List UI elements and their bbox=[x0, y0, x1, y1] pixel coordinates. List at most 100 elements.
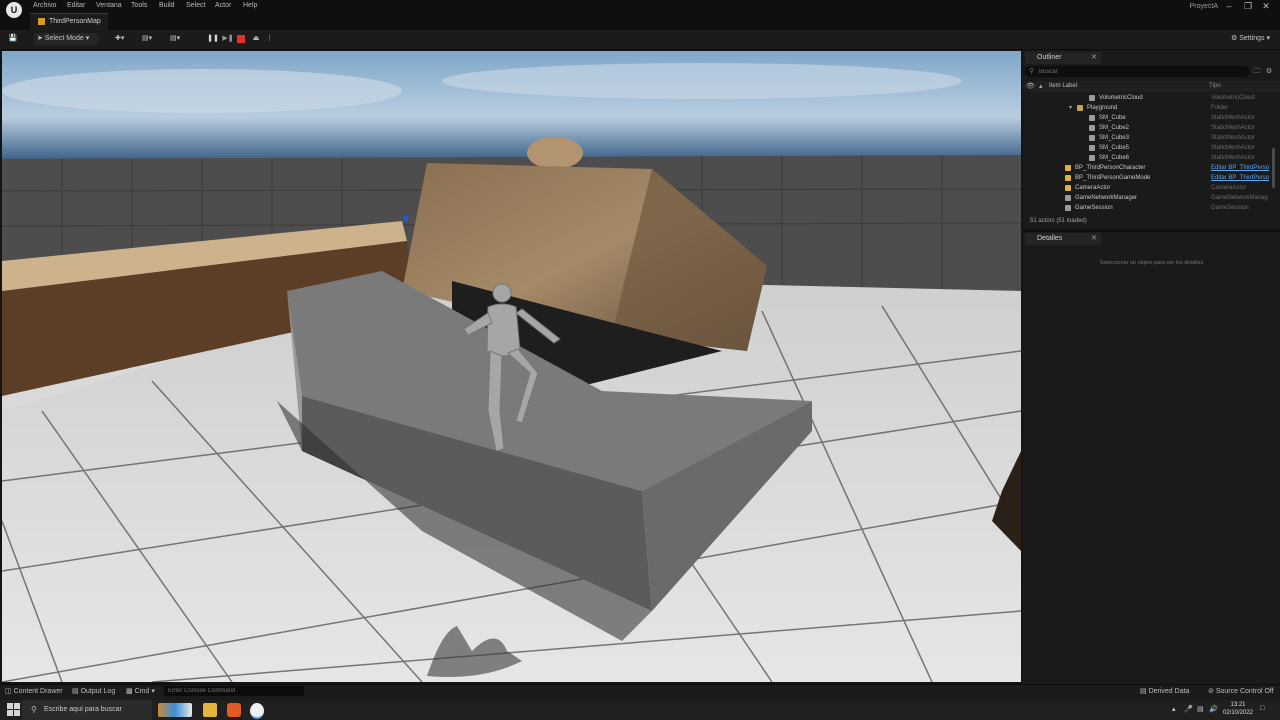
pawn-icon bbox=[1065, 165, 1071, 171]
edit-blueprint-link[interactable]: Editar BP_ThirdPerso bbox=[1211, 173, 1269, 183]
column-type[interactable]: Tipo bbox=[1209, 83, 1220, 89]
stop-icon[interactable] bbox=[237, 35, 245, 43]
settings-button[interactable]: ⚙ Settings ▾ bbox=[1231, 33, 1270, 45]
outliner-column-header: 👁 ▴ Item Label Tipo bbox=[1023, 81, 1280, 92]
outliner-row-label: VolumetricCloud bbox=[1099, 95, 1143, 101]
taskbar-clock[interactable]: 13:21 02/10/2022 bbox=[1218, 701, 1258, 717]
unreal-logo-icon[interactable]: U bbox=[6, 2, 22, 18]
eject-icon[interactable]: ⏏ bbox=[250, 33, 262, 45]
tab-label: ThirdPersonMap bbox=[49, 18, 101, 25]
level-viewport[interactable] bbox=[2, 51, 1021, 682]
outliner-row-label: SM_Cube2 bbox=[1099, 125, 1130, 131]
network-icon[interactable]: ▤ bbox=[1197, 705, 1204, 713]
menu-tools[interactable]: Tools bbox=[131, 2, 147, 9]
source-control-icon: ⊘ bbox=[1208, 688, 1214, 695]
content-drawer-icon: ◫ bbox=[5, 688, 12, 695]
outliner-row[interactable]: SM_Cube3 StaticMeshActor bbox=[1023, 133, 1273, 143]
outliner-search[interactable]: ⚲ bbox=[1025, 66, 1250, 77]
close-icon[interactable]: ✕ bbox=[1091, 233, 1097, 245]
cinematics-icon[interactable]: ▤▾ bbox=[170, 33, 180, 45]
close-icon[interactable]: ✕ bbox=[1259, 1, 1273, 12]
edit-blueprint-link[interactable]: Editar BP_ThirdPerso bbox=[1211, 163, 1269, 173]
mesh-icon bbox=[1089, 135, 1095, 141]
outliner-row[interactable]: SM_Cube5 StaticMeshActor bbox=[1023, 143, 1273, 153]
rock-top bbox=[527, 137, 583, 169]
gear-icon: ⚙ bbox=[1231, 35, 1238, 42]
menu-archivo[interactable]: Archivo bbox=[33, 2, 56, 9]
tab-details[interactable]: Detalles bbox=[1025, 233, 1101, 245]
outliner-row-type: GameSession bbox=[1211, 205, 1249, 211]
taskbar-search-text: Escribe aquí para buscar bbox=[44, 706, 122, 713]
output-log-button[interactable]: ▤ Output Log bbox=[72, 687, 115, 696]
content-drawer-button[interactable]: ◫ Content Drawer bbox=[5, 687, 63, 696]
outliner-row-type: StaticMeshActor bbox=[1211, 115, 1255, 121]
outliner-row[interactable]: GameSession GameSession bbox=[1023, 203, 1273, 213]
derived-data-button[interactable]: ▤ Derived Data bbox=[1140, 687, 1189, 696]
step-icon[interactable]: ▶❚ bbox=[222, 33, 234, 45]
unreal-engine-taskbar-icon[interactable] bbox=[250, 703, 264, 719]
brave-browser-icon[interactable] bbox=[227, 703, 241, 717]
cmd-dropdown[interactable]: ▩ Cmd ▾ bbox=[126, 687, 155, 696]
volume-icon[interactable]: 🔊 bbox=[1209, 705, 1218, 713]
close-icon[interactable]: ✕ bbox=[1091, 52, 1097, 64]
menu-editar[interactable]: Editar bbox=[67, 2, 85, 9]
source-control-button[interactable]: ⊘ Source Control Off bbox=[1208, 687, 1274, 696]
gear-icon[interactable]: ⚙ bbox=[1265, 68, 1273, 76]
restore-icon[interactable]: ❐ bbox=[1241, 1, 1255, 12]
outliner-row[interactable]: GameNetworkManager GameNetworkManag bbox=[1023, 193, 1273, 203]
pin-icon[interactable]: ▴ bbox=[1039, 82, 1043, 90]
visibility-eye-icon[interactable]: 👁 bbox=[1026, 82, 1035, 90]
folder-add-icon[interactable]: 🗀 bbox=[1253, 68, 1261, 76]
windows-start-icon[interactable] bbox=[7, 703, 21, 717]
outliner-row-type: Folder bbox=[1211, 105, 1229, 111]
console-command-input[interactable] bbox=[164, 686, 304, 696]
content-drawer-label: Content Drawer bbox=[13, 688, 63, 695]
file-explorer-icon[interactable] bbox=[203, 703, 217, 717]
outliner-row[interactable]: BP_ThirdPersonCharacter Editar BP_ThirdPe… bbox=[1023, 163, 1273, 173]
chevron-up-icon[interactable]: ▴ bbox=[1172, 705, 1176, 713]
more-options-icon[interactable]: ⋮ bbox=[266, 33, 273, 45]
news-widget-icon[interactable] bbox=[158, 703, 192, 717]
taskbar-search-box[interactable]: ⚲ Escribe aquí para buscar bbox=[22, 700, 152, 720]
menu-help[interactable]: Help bbox=[243, 2, 257, 9]
outliner-row-label: BP_ThirdPersonGameMode bbox=[1075, 175, 1151, 181]
chevron-down-icon: ▾ bbox=[151, 688, 155, 695]
mesh-icon bbox=[1089, 155, 1095, 161]
select-mode-dropdown[interactable]: ➤ Select Mode ▾ bbox=[34, 33, 98, 45]
save-icon[interactable]: 💾 bbox=[8, 33, 18, 45]
viewport-scene bbox=[2, 51, 1021, 682]
menu-actor[interactable]: Actor bbox=[215, 2, 231, 9]
menu-build[interactable]: Build bbox=[159, 2, 175, 9]
outliner-row[interactable]: BP_ThirdPersonGameMode Editar BP_ThirdPer… bbox=[1023, 173, 1273, 183]
outliner-scrollbar[interactable] bbox=[1272, 148, 1275, 188]
outliner-row[interactable]: SM_Cube StaticMeshActor bbox=[1023, 113, 1273, 123]
outliner-row-label: SM_Cube5 bbox=[1099, 145, 1130, 151]
outliner-row[interactable]: SM_Cube2 StaticMeshActor bbox=[1023, 123, 1273, 133]
tab-outliner[interactable]: Outliner bbox=[1025, 52, 1101, 64]
column-item-label[interactable]: Item Label bbox=[1049, 83, 1077, 89]
search-icon: ⚲ bbox=[31, 705, 37, 714]
outliner-row[interactable]: SM_Cube6 StaticMeshActor bbox=[1023, 153, 1273, 163]
search-icon: ⚲ bbox=[1029, 68, 1035, 75]
chevron-down-icon[interactable]: ▾ bbox=[1069, 103, 1072, 113]
add-actor-icon[interactable]: ✚▾ bbox=[115, 33, 124, 45]
pause-icon[interactable]: ❚❚ bbox=[207, 33, 219, 45]
outliner-row[interactable]: VolumetricCloud VolumetricCloud bbox=[1023, 93, 1273, 103]
blue-marker bbox=[403, 216, 408, 221]
tab-third-person-map[interactable]: ThirdPersonMap bbox=[30, 13, 108, 31]
select-mode-label: Select Mode bbox=[44, 35, 84, 42]
microphone-icon[interactable]: 🎤 bbox=[1184, 705, 1193, 713]
notifications-icon[interactable]: □ bbox=[1260, 705, 1264, 712]
menu-ventana[interactable]: Ventana bbox=[96, 2, 122, 9]
outliner-search-input[interactable] bbox=[1039, 66, 1239, 77]
cloud bbox=[2, 69, 402, 113]
menu-select[interactable]: Select bbox=[186, 2, 205, 9]
mesh-icon bbox=[1089, 115, 1095, 121]
blueprint-icon[interactable]: ▤▾ bbox=[142, 33, 152, 45]
minimize-icon[interactable]: – bbox=[1222, 1, 1236, 11]
outliner-row-label: SM_Cube6 bbox=[1099, 155, 1130, 161]
outliner-row[interactable]: ▾ Playground Folder bbox=[1023, 103, 1273, 113]
outliner-row[interactable]: CameraActor CameraActor bbox=[1023, 183, 1273, 193]
cloud-icon bbox=[1089, 95, 1095, 101]
outliner-row-type: GameNetworkManag bbox=[1211, 195, 1268, 201]
